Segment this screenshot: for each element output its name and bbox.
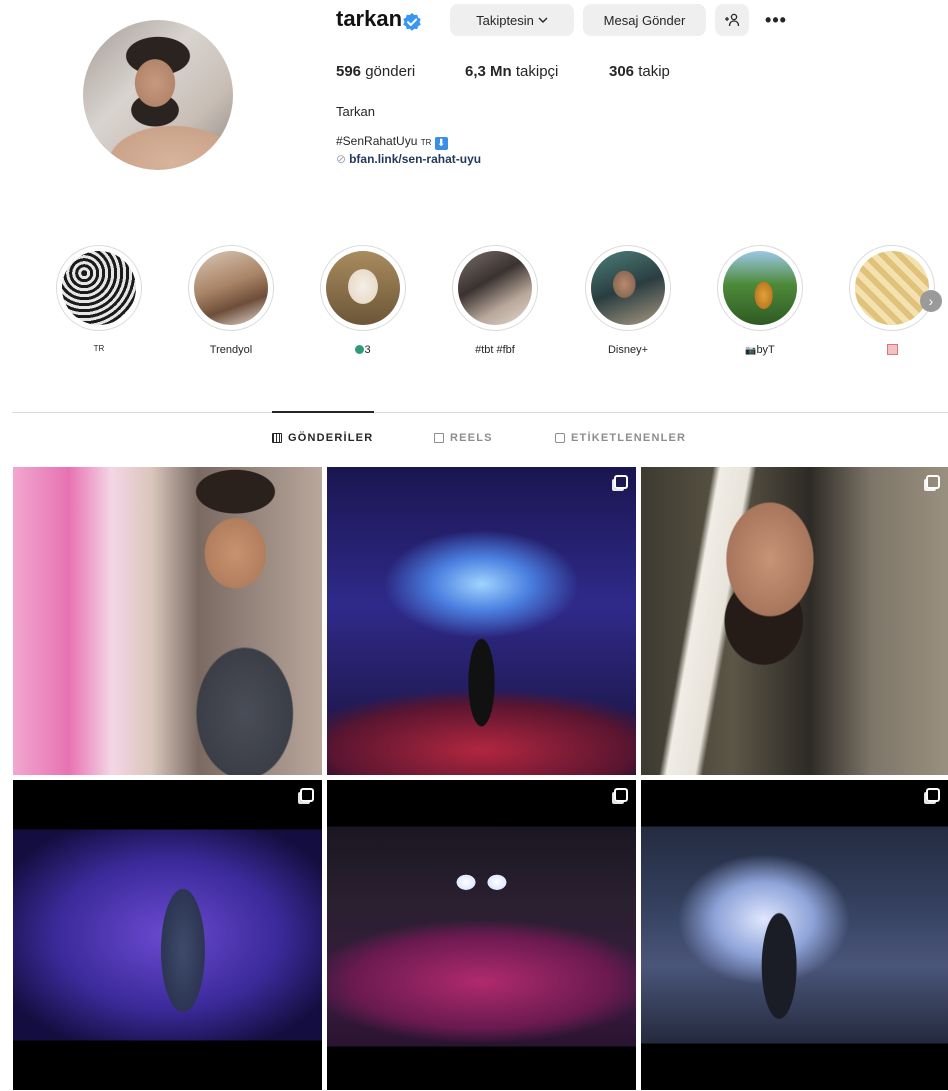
sticker-icon [886, 344, 898, 355]
carousel-icon [614, 788, 628, 802]
highlight-byt[interactable] [717, 245, 803, 331]
post-thumbnail[interactable] [13, 780, 322, 1090]
tab-reels-label: REELS [450, 432, 493, 444]
tagged-icon [555, 433, 565, 443]
bio-hashtag[interactable]: #SenRahatUyu [336, 134, 417, 148]
highlight-tbt[interactable] [452, 245, 538, 331]
highlight-label: #tbt #fbf [475, 344, 515, 356]
highlight-cover [194, 251, 268, 325]
highlight-cover [723, 251, 797, 325]
profile-link[interactable]: ⊘ bfan.link/sen-rahat-uyu [336, 152, 481, 166]
download-arrow-icon: ⬇ [434, 137, 448, 150]
profile-link-text: bfan.link/sen-rahat-uyu [349, 152, 482, 166]
carousel-icon [614, 475, 628, 489]
tab-posts-label: GÖNDERİLER [288, 432, 374, 444]
carousel-icon [926, 788, 940, 802]
following-count-value: 306 [609, 63, 635, 80]
camera-icon: 📷 [745, 345, 757, 355]
highlight-sticker[interactable] [849, 245, 935, 331]
tab-reels[interactable]: REELS [434, 432, 493, 444]
tab-tagged-label: ETİKETLENENLER [571, 432, 687, 444]
post-thumbnail[interactable] [13, 467, 322, 775]
highlight-label-wrap [832, 344, 948, 357]
profile-full-name: Tarkan [336, 104, 376, 119]
send-message-button[interactable]: Mesaj Gönder [583, 4, 706, 36]
carousel-icon [926, 475, 940, 489]
highlight-label: Trendyol [209, 344, 253, 356]
followers-count[interactable]: 6,3 Mn takipçi [465, 63, 558, 80]
posts-count: 596 gönderi [336, 63, 415, 80]
highlight-trendyol[interactable] [188, 245, 274, 331]
highlight-cover [855, 251, 929, 325]
more-options-icon[interactable]: ••• [760, 6, 792, 34]
posts-count-label: gönderi [365, 63, 416, 80]
profile-bio: #SenRahatUyu TR ⬇ [336, 134, 448, 150]
highlight-tr[interactable] [56, 245, 142, 331]
link-icon: ⊘ [336, 152, 347, 166]
active-tab-indicator [272, 411, 374, 413]
followers-count-label: takipçi [515, 63, 559, 80]
suggested-users-button[interactable] [715, 4, 749, 36]
highlight-label: 3 [364, 344, 371, 356]
followers-count-value: 6,3 Mn [465, 63, 512, 80]
tab-posts[interactable]: GÖNDERİLER [272, 432, 373, 444]
highlight-label: TR [93, 344, 105, 353]
post-thumbnail[interactable] [327, 467, 636, 775]
following-count-label: takip [638, 63, 670, 80]
following-count[interactable]: 306 takip [609, 63, 670, 80]
highlight-cover [62, 251, 136, 325]
verified-badge-icon [403, 13, 421, 31]
highlight-label-wrap: 📷byT [700, 344, 820, 356]
profile-username: tarkan [336, 6, 403, 31]
highlight-cover [591, 251, 665, 325]
profile-avatar[interactable] [83, 20, 233, 170]
chevron-right-icon[interactable]: › [920, 290, 942, 312]
following-button[interactable]: Takiptesin [450, 4, 574, 36]
post-thumbnail[interactable] [641, 467, 948, 775]
tabs-divider [12, 412, 948, 413]
highlight-disney[interactable] [585, 245, 671, 331]
post-thumbnail[interactable] [641, 780, 948, 1090]
add-person-icon [725, 13, 740, 27]
reels-icon [434, 433, 444, 443]
posts-count-value: 596 [336, 63, 362, 80]
highlight-cover [326, 251, 400, 325]
tab-tagged[interactable]: ETİKETLENENLER [555, 432, 686, 444]
chevron-down-icon [538, 17, 548, 23]
carousel-icon [300, 788, 314, 802]
following-button-label: Takiptesin [476, 12, 534, 28]
bio-flag: TR [420, 138, 432, 147]
highlight-owl[interactable] [320, 245, 406, 331]
highlight-label: byT [756, 344, 775, 356]
highlight-cover [458, 251, 532, 325]
highlight-label-wrap: 3 [303, 344, 423, 356]
post-thumbnail[interactable] [327, 780, 636, 1090]
highlight-label: Disney+ [607, 344, 649, 356]
grid-icon [272, 433, 282, 443]
